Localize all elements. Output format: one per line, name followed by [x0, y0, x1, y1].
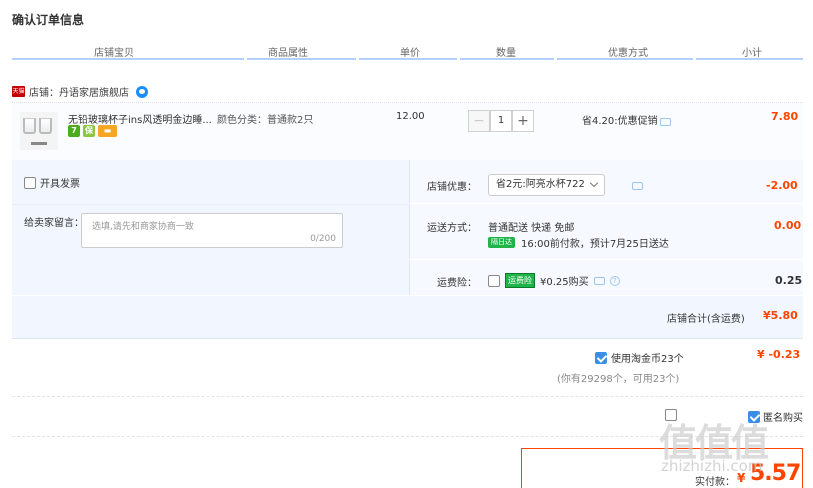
section-divider — [12, 338, 803, 339]
insurance-amount: 0.25 — [775, 274, 803, 287]
quantity-increase-button[interactable]: + — [512, 110, 534, 132]
card-pay-icon[interactable]: ▬ — [98, 125, 117, 137]
item-thumbnail[interactable] — [20, 112, 58, 150]
options-divider — [409, 259, 803, 260]
quantity-decrease-button[interactable]: − — [468, 110, 490, 132]
message-counter: 0/200 — [310, 234, 336, 244]
invoice-row: 开具发票 — [24, 175, 80, 190]
item-subtotal: 7.80 — [771, 110, 799, 123]
chat-bubble-icon[interactable] — [593, 276, 605, 285]
coins-label: 使用淘金币23个 — [611, 354, 684, 365]
insurance-price: ¥0.25购买 — [540, 277, 589, 288]
invoice-checkbox[interactable] — [24, 176, 36, 189]
shop-total-amount: ¥5.80 — [763, 309, 798, 322]
insurance-badge: 运费险 — [505, 273, 535, 288]
column-header-discount: 优惠方式 — [608, 48, 648, 59]
invoice-label: 开具发票 — [40, 179, 80, 190]
shop-row: 天猫 店铺：丹语家居旗舰店 — [12, 84, 148, 99]
shipping-eta: 16:00前付款，预计7月25日送达 — [521, 239, 669, 250]
tmall-icon: 天猫 — [12, 86, 25, 97]
watermark-url: zhizhizhi.com — [661, 457, 763, 475]
header-divider — [12, 58, 803, 60]
message-label: 给卖家留言： — [24, 218, 84, 229]
section-divider — [12, 396, 803, 397]
pay-label: 实付款： — [695, 477, 735, 488]
wangwang-chat-icon[interactable] — [136, 85, 148, 98]
coins-amount: ¥ -0.23 — [757, 348, 801, 361]
coins-row: 使用淘金币23个 — [595, 350, 684, 365]
item-attribute: 颜色分类：普通款2只 — [217, 115, 314, 126]
options-divider — [12, 204, 409, 205]
anonymous-purchase-label: 匿名购买 — [763, 413, 803, 424]
quantity-stepper: − 1 + — [468, 110, 534, 132]
next-day-badge: 隔日达 — [488, 237, 515, 248]
shop-discount-select[interactable]: 省2元:阿亮水杯722 — [488, 174, 605, 196]
shop-total-label: 店铺合计(含运费) — [667, 314, 745, 325]
service-icons: 7 保 ▬ — [68, 125, 117, 137]
column-header-price: 单价 — [400, 48, 420, 59]
message-textarea[interactable]: 选填,请先和商家协商一致 0/200 — [81, 213, 343, 248]
item-unit-price: 12.00 — [396, 111, 425, 122]
insurance-row: 运费险 ¥0.25购买 ? — [488, 273, 620, 288]
guarantee-icon[interactable]: 保 — [83, 125, 95, 137]
column-header-subtotal: 小计 — [742, 48, 762, 59]
seven-day-return-icon[interactable]: 7 — [68, 125, 80, 137]
message-placeholder: 选填,请先和商家协商一致 — [92, 222, 194, 232]
column-header-item: 店铺宝贝 — [94, 48, 134, 59]
item-title-link[interactable]: 无铅玻璃杯子ins风透明金边睡... — [68, 111, 212, 126]
insurance-label: 运费险： — [437, 278, 477, 289]
shipping-label: 运送方式： — [427, 223, 477, 234]
shipping-eta-row: 隔日达 16:00前付款，预计7月25日送达 — [488, 235, 669, 250]
coins-checkbox[interactable] — [595, 351, 607, 364]
column-header-quantity: 数量 — [496, 48, 516, 59]
page-title: 确认订单信息 — [12, 13, 85, 27]
shipping-fee: 0.00 — [774, 219, 802, 232]
options-divider — [409, 203, 803, 204]
help-icon[interactable]: ? — [609, 275, 620, 286]
shipping-method: 普通配送 快递 免邮 — [488, 223, 575, 234]
chat-bubble-icon[interactable] — [631, 182, 643, 190]
column-header-attr: 商品属性 — [268, 48, 308, 59]
insurance-checkbox[interactable] — [488, 274, 500, 287]
shop-discount-amount: -2.00 — [766, 179, 798, 192]
item-discount-text: 省4.20:优惠促销 — [582, 116, 658, 127]
quantity-input[interactable]: 1 — [490, 110, 512, 132]
shop-name-link[interactable]: 店铺：丹语家居旗舰店 — [29, 84, 129, 99]
options-divider — [12, 295, 803, 296]
shop-discount-label: 店铺优惠： — [427, 182, 477, 193]
chat-bubble-icon[interactable] — [660, 118, 671, 126]
coins-note: (你有29298个，可用23个) — [557, 374, 680, 385]
